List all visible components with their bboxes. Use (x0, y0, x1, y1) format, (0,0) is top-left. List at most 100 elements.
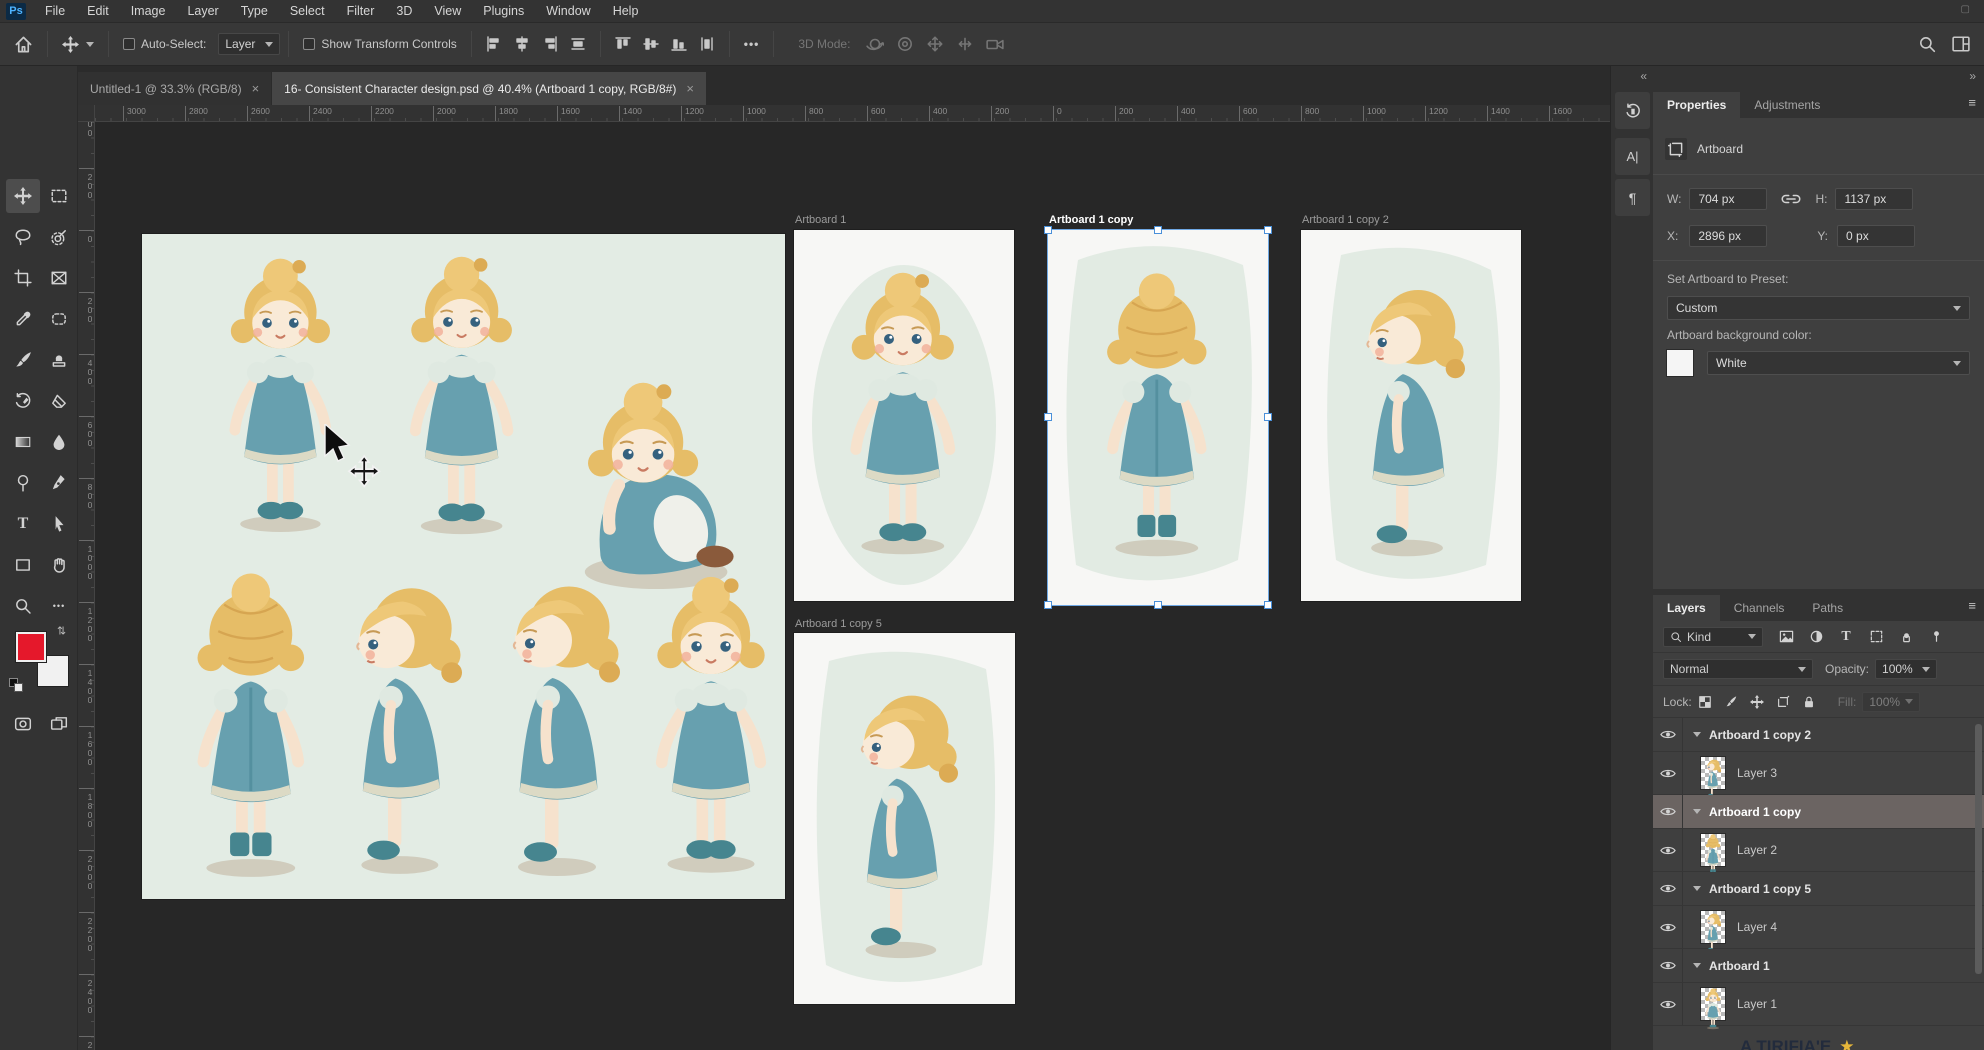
zoom-tool[interactable] (6, 589, 40, 623)
swap-colors-icon[interactable]: ⇄ (55, 626, 68, 635)
layers-scrollbar[interactable] (1975, 724, 1982, 974)
close-icon[interactable]: × (252, 81, 260, 96)
lock-artboard-nesting-button[interactable] (1770, 691, 1796, 713)
workspace-switcher-icon[interactable] (1952, 35, 1970, 53)
document-tab-character-design[interactable]: 16- Consistent Character design.psd @ 40… (272, 72, 706, 105)
distribute-horizontal-button[interactable] (564, 27, 592, 61)
artboard-1-copy-5[interactable] (794, 633, 1015, 1004)
layer-row-layer-3[interactable]: Layer 3 (1653, 752, 1984, 795)
blend-mode-dropdown[interactable]: Normal (1663, 659, 1813, 679)
filter-smart-objects-button[interactable] (1893, 626, 1919, 648)
hand-tool[interactable] (42, 548, 76, 582)
more-align-options-button[interactable]: ••• (738, 27, 766, 61)
close-icon[interactable]: × (686, 81, 694, 96)
selection-handle[interactable] (1264, 413, 1272, 421)
align-middle-button[interactable] (637, 27, 665, 61)
filter-pixel-layers-button[interactable] (1773, 626, 1799, 648)
artboard-label-artboard-1[interactable]: Artboard 1 (795, 214, 846, 226)
menu-filter[interactable]: Filter (336, 0, 386, 23)
filter-type-layers-button[interactable]: T (1833, 626, 1859, 648)
visibility-toggle[interactable] (1653, 949, 1683, 982)
align-right-button[interactable] (536, 27, 564, 61)
tab-properties[interactable]: Properties (1653, 92, 1740, 118)
menu-image[interactable]: Image (120, 0, 177, 23)
menu-type[interactable]: Type (230, 0, 279, 23)
menu-file[interactable]: File (34, 0, 76, 23)
reference-image-artboard[interactable] (142, 234, 785, 899)
lock-position-button[interactable] (1744, 691, 1770, 713)
selection-handle[interactable] (1044, 226, 1052, 234)
history-panel-button[interactable] (1615, 92, 1650, 129)
menu-edit[interactable]: Edit (76, 0, 120, 23)
path-selection-tool[interactable] (42, 507, 76, 541)
auto-select-checkbox[interactable]: Auto-Select: (117, 27, 212, 61)
history-brush-tool[interactable] (6, 384, 40, 418)
tab-channels[interactable]: Channels (1720, 595, 1799, 621)
ruler-origin-box[interactable] (78, 105, 95, 122)
visibility-toggle[interactable] (1653, 718, 1683, 751)
menu-window[interactable]: Window (535, 0, 601, 23)
layer-row-artboard-1-copy-5[interactable]: Artboard 1 copy 5 (1653, 872, 1984, 906)
quick-selection-tool[interactable] (42, 220, 76, 254)
visibility-toggle[interactable] (1653, 872, 1683, 905)
paragraph-panel-button[interactable]: ¶ (1615, 179, 1650, 216)
visibility-toggle[interactable] (1653, 983, 1683, 1025)
3d-camera-button[interactable] (980, 27, 1010, 61)
align-left-button[interactable] (480, 27, 508, 61)
3d-orbit-button[interactable] (860, 27, 890, 61)
menu-layer[interactable]: Layer (176, 0, 229, 23)
3d-roll-button[interactable] (890, 27, 920, 61)
height-field[interactable]: 1137 px (1835, 188, 1913, 210)
layer-row-artboard-1[interactable]: Artboard 1 (1653, 949, 1984, 983)
type-tool[interactable]: T (6, 507, 40, 541)
layer-row-layer-2[interactable]: Layer 2 (1653, 829, 1984, 872)
layer-row-layer-4[interactable]: Layer 4 (1653, 906, 1984, 949)
panel-menu-icon[interactable]: ≡ (1968, 95, 1976, 110)
expand-panels-icon[interactable]: » (1969, 69, 1976, 83)
lock-all-button[interactable] (1796, 691, 1822, 713)
distribute-vertical-button[interactable] (693, 27, 721, 61)
move-tool[interactable] (6, 179, 40, 213)
filter-adjustment-layers-button[interactable] (1803, 626, 1829, 648)
window-controls[interactable]: ▢ (1961, 4, 1974, 15)
artboard-1-copy-2[interactable] (1301, 230, 1521, 601)
menu-plugins[interactable]: Plugins (472, 0, 535, 23)
crop-tool[interactable] (6, 261, 40, 295)
width-field[interactable]: 704 px (1689, 188, 1767, 210)
filter-shape-layers-button[interactable] (1863, 626, 1889, 648)
clone-stamp-tool[interactable] (42, 343, 76, 377)
menu-select[interactable]: Select (279, 0, 336, 23)
eraser-tool[interactable] (42, 384, 76, 418)
filter-kind-dropdown[interactable]: Kind (1663, 627, 1763, 647)
visibility-toggle[interactable] (1653, 829, 1683, 871)
align-bottom-button[interactable] (665, 27, 693, 61)
background-color-swatch[interactable] (1667, 350, 1693, 376)
layer-thumbnail[interactable] (1701, 988, 1725, 1020)
blur-tool[interactable] (42, 425, 76, 459)
menu-help[interactable]: Help (602, 0, 650, 23)
dodge-tool[interactable] (6, 466, 40, 500)
screen-mode-button[interactable] (44, 711, 74, 737)
current-tool-button[interactable] (56, 27, 100, 61)
tab-paths[interactable]: Paths (1798, 595, 1857, 621)
brush-tool[interactable] (6, 343, 40, 377)
tab-layers[interactable]: Layers (1653, 595, 1720, 621)
3d-slide-button[interactable] (950, 27, 980, 61)
fill-dropdown[interactable]: 100% (1862, 692, 1920, 712)
expand-chevron-icon[interactable] (1693, 963, 1701, 968)
opacity-dropdown[interactable]: 100% (1875, 659, 1937, 679)
artboard-1[interactable] (794, 230, 1014, 601)
3d-drag-button[interactable] (920, 27, 950, 61)
background-color-dropdown[interactable]: White (1707, 351, 1970, 375)
document-tab-untitled[interactable]: Untitled-1 @ 33.3% (RGB/8) × (78, 72, 271, 105)
artboard-label-artboard-1-copy-5[interactable]: Artboard 1 copy 5 (795, 618, 882, 630)
edit-toolbar-button[interactable]: ••• (42, 589, 76, 623)
layer-row-artboard-1-copy[interactable]: Artboard 1 copy (1653, 795, 1984, 829)
visibility-toggle[interactable] (1653, 795, 1683, 828)
lasso-tool[interactable] (6, 220, 40, 254)
lock-image-pixels-button[interactable] (1718, 691, 1744, 713)
panel-menu-icon[interactable]: ≡ (1968, 598, 1976, 613)
foreground-color-swatch[interactable] (16, 632, 46, 662)
artboard-label-artboard-1-copy[interactable]: Artboard 1 copy (1049, 214, 1133, 226)
tab-adjustments[interactable]: Adjustments (1740, 92, 1834, 118)
